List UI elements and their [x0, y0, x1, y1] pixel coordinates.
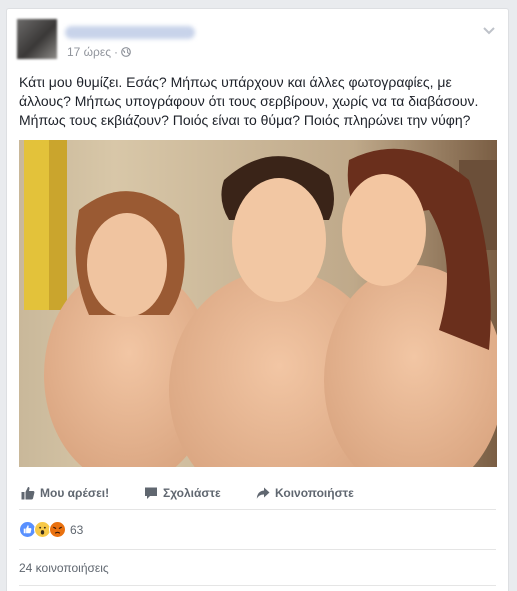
divider: [19, 585, 496, 586]
post-meta: 17 ώρες ·: [67, 45, 131, 59]
author-name-blurred[interactable]: [65, 26, 195, 39]
meta-separator: ·: [114, 45, 119, 59]
post-header: 17 ώρες ·: [17, 19, 498, 59]
post-text: Κάτι μου θυμίζει. Εσάς? Μήπως υπάρχουν κ…: [19, 74, 479, 128]
comment-button[interactable]: Σχολιάστε: [144, 486, 221, 500]
divider: [19, 549, 496, 550]
angry-icon: [49, 521, 66, 538]
comment-label: Σχολιάστε: [163, 486, 221, 500]
like-button[interactable]: Μου αρέσει!: [21, 486, 109, 500]
post-photo[interactable]: [19, 140, 497, 467]
reaction-count: 63: [70, 523, 84, 537]
globe-icon[interactable]: [121, 47, 131, 57]
post-card: 17 ώρες · Κάτι μου θυμίζει. Εσάς? Μήπως υ…: [6, 8, 509, 591]
photo-illustration: [19, 140, 497, 467]
thumbs-up-icon: [21, 486, 35, 500]
share-button[interactable]: Κοινοποιήστε: [256, 486, 354, 500]
share-label: Κοινοποιήστε: [275, 486, 354, 500]
shares-count[interactable]: 24 κοινοποιήσεις: [19, 561, 109, 575]
chevron-down-icon[interactable]: [480, 21, 498, 39]
comment-icon: [145, 487, 157, 499]
share-arrow-icon: [256, 487, 270, 499]
like-label: Μου αρέσει!: [40, 486, 110, 500]
post-timestamp[interactable]: 17 ώρες: [67, 45, 111, 59]
post-actions: Μου αρέσει! Σχολιάστε Κοινοποιήστε: [19, 483, 496, 510]
avatar[interactable]: [17, 19, 57, 59]
